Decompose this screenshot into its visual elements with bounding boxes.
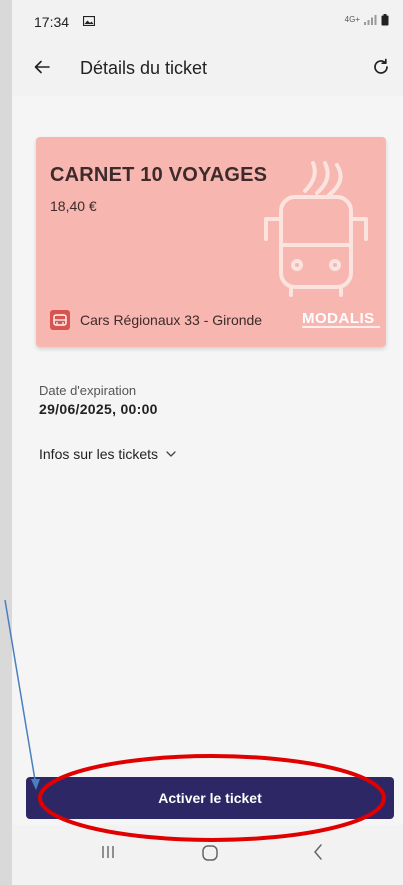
ticket-info-label: Infos sur les tickets <box>39 446 159 462</box>
ticket-price: 18,40 € <box>50 198 97 214</box>
svg-text:MODALIS: MODALIS <box>302 310 375 327</box>
app-bar: Détails du ticket <box>12 40 403 96</box>
system-nav-bar <box>12 825 403 885</box>
status-bar: 17:34 4G+ <box>12 0 403 40</box>
expiry-label: Date d'expiration <box>39 383 137 398</box>
operator-bus-icon <box>50 310 70 330</box>
page-title: Détails du ticket <box>80 58 208 78</box>
status-icons: 4G+ <box>345 14 389 26</box>
ticket-card[interactable]: CARNET 10 VOYAGES 18,40 € Cars Régionaux… <box>36 137 386 347</box>
network-type: 4G+ <box>344 15 360 24</box>
phone-screen: 17:34 4G+ Détails du ticket CARNET 10 VO… <box>12 0 403 885</box>
status-time: 17:34 <box>34 14 70 30</box>
operator-name: Cars Régionaux 33 - Gironde <box>80 312 263 328</box>
ticket-info-toggle[interactable]: Infos sur les tickets <box>39 446 176 462</box>
recent-apps-icon[interactable] <box>100 844 116 860</box>
arrow-left-icon <box>34 60 50 74</box>
gallery-notification-icon <box>83 16 95 26</box>
battery-icon <box>381 14 389 26</box>
home-icon[interactable] <box>201 844 219 862</box>
refresh-button[interactable] <box>367 53 395 81</box>
back-icon[interactable] <box>312 843 324 861</box>
back-button[interactable] <box>28 53 56 81</box>
bus-icon <box>264 161 368 297</box>
chevron-down-icon <box>166 451 176 457</box>
activate-ticket-button[interactable]: Activer le ticket <box>26 777 394 819</box>
signal-icon <box>364 15 377 25</box>
ticket-name: CARNET 10 VOYAGES <box>50 164 268 186</box>
expiry-value: 29/06/2025, 00:00 <box>39 401 158 417</box>
refresh-icon <box>374 58 388 74</box>
modalis-logo: MODALIS <box>302 310 380 328</box>
